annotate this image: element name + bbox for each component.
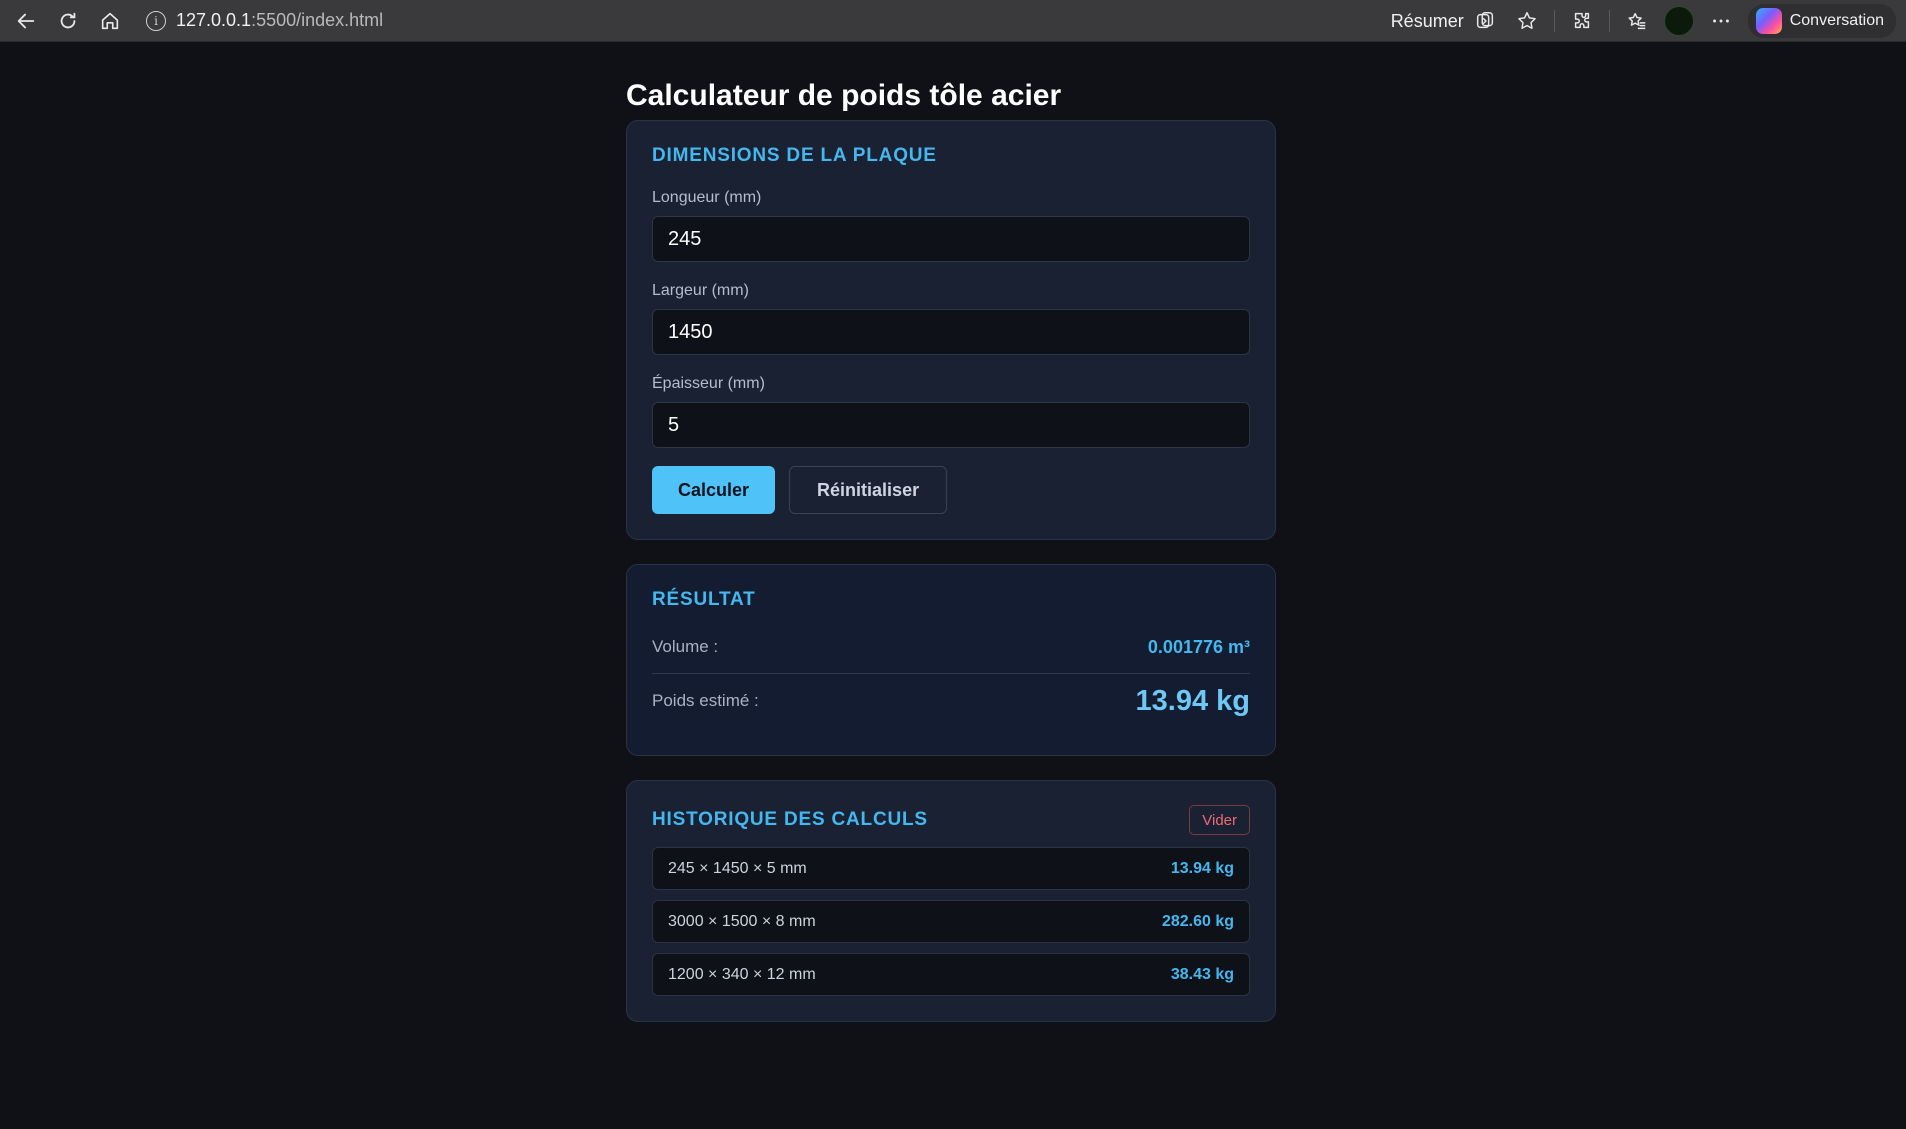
result-divider: [652, 673, 1250, 674]
address-bar[interactable]: i 127.0.0.1:5500/index.html: [136, 4, 1326, 38]
thickness-input[interactable]: [652, 402, 1250, 448]
volume-row: Volume : 0.001776 m³: [652, 635, 1250, 659]
history-item[interactable]: 245 × 1450 × 5 mm 13.94 kg: [652, 847, 1250, 890]
home-icon[interactable]: [94, 5, 126, 37]
width-label: Largeur (mm): [652, 282, 749, 299]
toolbar-separator: [1608, 10, 1610, 32]
more-options-icon[interactable]: [1706, 6, 1736, 36]
favorite-star-icon[interactable]: [1512, 6, 1542, 36]
summarize-icon: [1470, 6, 1500, 36]
action-buttons: Calculer Réinitialiser: [652, 466, 1250, 514]
history-dimensions: 1200 × 340 × 12 mm: [668, 965, 816, 983]
weight-label: Poids estimé :: [652, 691, 759, 710]
history-item[interactable]: 3000 × 1500 × 8 mm 282.60 kg: [652, 900, 1250, 943]
favorites-list-icon[interactable]: [1622, 6, 1652, 36]
result-heading: Résultat: [652, 589, 756, 610]
volume-label: Volume :: [652, 637, 719, 656]
copilot-icon: [1755, 8, 1782, 34]
dimensions-card: Dimensions de la plaque Longueur (mm) La…: [626, 120, 1276, 540]
summarize-button[interactable]: Résumer: [1391, 6, 1500, 36]
history-heading: Historique des calculs: [652, 809, 928, 830]
app-container: Calculateur de poids tôle acier Dimensio…: [626, 76, 1276, 1046]
dimensions-heading: Dimensions de la plaque: [652, 145, 937, 166]
clear-history-button[interactable]: Vider: [1189, 805, 1250, 835]
length-label: Longueur (mm): [652, 189, 762, 206]
thickness-label: Épaisseur (mm): [652, 375, 765, 392]
history-dimensions: 245 × 1450 × 5 mm: [668, 859, 807, 877]
toolbar-separator: [1553, 10, 1555, 32]
history-weight: 13.94 kg: [1170, 859, 1234, 877]
reload-icon[interactable]: [52, 5, 84, 37]
page-title: Calculateur de poids tôle acier: [626, 79, 1062, 112]
weight-value: 13.94 kg: [1135, 684, 1250, 717]
profile-avatar[interactable]: [1663, 6, 1694, 36]
browser-toolbar: i 127.0.0.1:5500/index.html Résumer Conv…: [0, 0, 1906, 42]
history-item[interactable]: 1200 × 340 × 12 mm 38.43 kg: [652, 953, 1250, 996]
conversation-label: Conversation: [1789, 12, 1884, 29]
reset-button[interactable]: Réinitialiser: [789, 466, 948, 514]
history-dimensions: 3000 × 1500 × 8 mm: [668, 912, 816, 930]
volume-value: 0.001776 m³: [1147, 636, 1250, 657]
result-card: Résultat Volume : 0.001776 m³ Poids esti…: [626, 564, 1276, 756]
length-input[interactable]: [652, 216, 1250, 262]
url-host: 127.0.0.1: [176, 10, 252, 30]
site-info-icon[interactable]: i: [146, 10, 166, 31]
history-weight: 282.60 kg: [1161, 912, 1234, 930]
summarize-label: Résumer: [1390, 10, 1464, 31]
history-header: Historique des calculs Vider: [652, 805, 1250, 835]
copilot-conversation-button[interactable]: Conversation: [1747, 4, 1896, 38]
url-path: :5500/index.html: [251, 10, 384, 30]
width-input[interactable]: [652, 309, 1250, 355]
calculate-button[interactable]: Calculer: [652, 466, 776, 514]
extensions-puzzle-icon[interactable]: [1567, 6, 1597, 36]
back-arrow-icon[interactable]: [10, 5, 42, 37]
history-card: Historique des calculs Vider 245 × 1450 …: [626, 780, 1276, 1022]
history-list: 245 × 1450 × 5 mm 13.94 kg 3000 × 1500 ×…: [652, 847, 1250, 996]
history-weight: 38.43 kg: [1170, 965, 1234, 983]
weight-row: Poids estimé : 13.94 kg: [652, 678, 1250, 724]
